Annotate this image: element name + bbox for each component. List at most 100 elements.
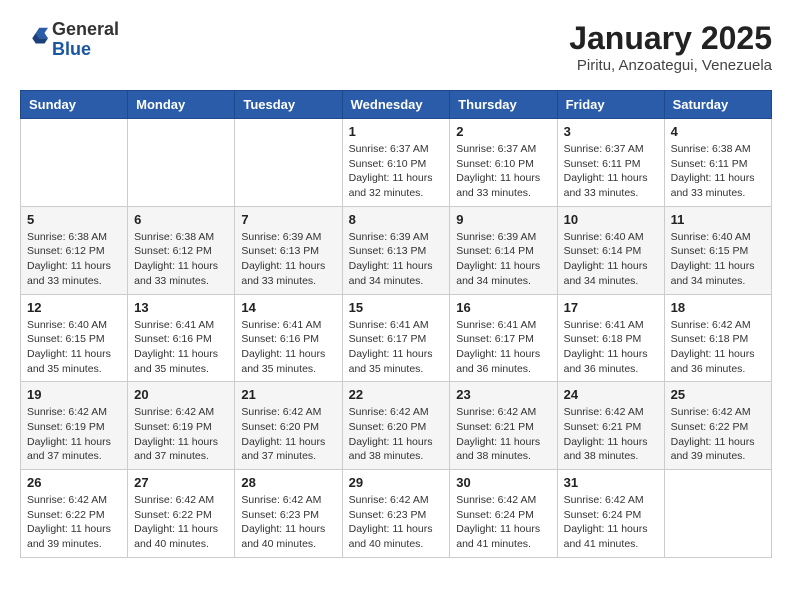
day-info: Sunrise: 6:38 AM Sunset: 6:12 PM Dayligh… (27, 230, 121, 289)
day-info: Sunrise: 6:42 AM Sunset: 6:22 PM Dayligh… (671, 405, 765, 464)
calendar-cell: 25 Sunrise: 6:42 AM Sunset: 6:22 PM Dayli… (664, 382, 771, 470)
day-info: Sunrise: 6:39 AM Sunset: 6:13 PM Dayligh… (349, 230, 444, 289)
calendar-cell: 14 Sunrise: 6:41 AM Sunset: 6:16 PM Dayli… (235, 294, 342, 382)
day-info: Sunrise: 6:42 AM Sunset: 6:18 PM Dayligh… (671, 318, 765, 377)
day-number: 28 (241, 475, 335, 490)
logo: General Blue (20, 20, 119, 60)
calendar-cell: 29Sunrise: 6:42 AM Sunset: 6:23 PM Dayli… (342, 470, 450, 558)
day-info: Sunrise: 6:37 AM Sunset: 6:11 PM Dayligh… (564, 142, 658, 201)
day-number: 31 (564, 475, 658, 490)
calendar-week-row: 1 Sunrise: 6:37 AM Sunset: 6:10 PM Daylig… (21, 119, 772, 207)
calendar-cell: 1 Sunrise: 6:37 AM Sunset: 6:10 PM Daylig… (342, 119, 450, 207)
calendar-week-row: 12 Sunrise: 6:40 AM Sunset: 6:15 PM Dayli… (21, 294, 772, 382)
day-number: 17 (564, 300, 658, 315)
weekday-header: Wednesday (342, 91, 450, 119)
calendar-cell: 2Sunrise: 6:37 AM Sunset: 6:10 PM Daylig… (450, 119, 557, 207)
calendar-cell: 31 Sunrise: 6:42 AM Sunset: 6:24 PM Dayli… (557, 470, 664, 558)
day-info: Sunrise: 6:42 AM Sunset: 6:24 PM Dayligh… (456, 493, 550, 552)
day-info: Sunrise: 6:42 AM Sunset: 6:20 PM Dayligh… (349, 405, 444, 464)
day-info: Sunrise: 6:38 AM Sunset: 6:12 PM Dayligh… (134, 230, 228, 289)
calendar-cell: 7Sunrise: 6:39 AM Sunset: 6:13 PM Daylig… (235, 206, 342, 294)
calendar-cell (128, 119, 235, 207)
calendar-week-row: 26 Sunrise: 6:42 AM Sunset: 6:22 PM Dayli… (21, 470, 772, 558)
day-number: 25 (671, 387, 765, 402)
day-info: Sunrise: 6:39 AM Sunset: 6:13 PM Dayligh… (241, 230, 335, 289)
calendar-cell: 3 Sunrise: 6:37 AM Sunset: 6:11 PM Daylig… (557, 119, 664, 207)
day-number: 6 (134, 212, 228, 227)
calendar-cell: 6 Sunrise: 6:38 AM Sunset: 6:12 PM Daylig… (128, 206, 235, 294)
day-info: Sunrise: 6:41 AM Sunset: 6:16 PM Dayligh… (241, 318, 335, 377)
calendar-week-row: 19Sunrise: 6:42 AM Sunset: 6:19 PM Dayli… (21, 382, 772, 470)
logo-icon (20, 26, 48, 54)
day-number: 24 (564, 387, 658, 402)
calendar-cell: 16Sunrise: 6:41 AM Sunset: 6:17 PM Dayli… (450, 294, 557, 382)
day-number: 20 (134, 387, 228, 402)
day-number: 3 (564, 124, 658, 139)
calendar-cell: 4 Sunrise: 6:38 AM Sunset: 6:11 PM Daylig… (664, 119, 771, 207)
calendar-cell: 5 Sunrise: 6:38 AM Sunset: 6:12 PM Daylig… (21, 206, 128, 294)
day-info: Sunrise: 6:38 AM Sunset: 6:11 PM Dayligh… (671, 142, 765, 201)
day-info: Sunrise: 6:42 AM Sunset: 6:19 PM Dayligh… (27, 405, 121, 464)
day-number: 15 (349, 300, 444, 315)
day-number: 5 (27, 212, 121, 227)
calendar-cell: 10Sunrise: 6:40 AM Sunset: 6:14 PM Dayli… (557, 206, 664, 294)
day-info: Sunrise: 6:41 AM Sunset: 6:17 PM Dayligh… (349, 318, 444, 377)
weekday-header: Saturday (664, 91, 771, 119)
calendar-cell: 18Sunrise: 6:42 AM Sunset: 6:18 PM Dayli… (664, 294, 771, 382)
day-info: Sunrise: 6:39 AM Sunset: 6:14 PM Dayligh… (456, 230, 550, 289)
day-number: 12 (27, 300, 121, 315)
calendar-cell: 8 Sunrise: 6:39 AM Sunset: 6:13 PM Daylig… (342, 206, 450, 294)
page-title: January 2025 (569, 20, 772, 57)
day-info: Sunrise: 6:40 AM Sunset: 6:15 PM Dayligh… (27, 318, 121, 377)
calendar-cell: 15 Sunrise: 6:41 AM Sunset: 6:17 PM Dayli… (342, 294, 450, 382)
calendar-header-row: SundayMondayTuesdayWednesdayThursdayFrid… (21, 91, 772, 119)
day-number: 13 (134, 300, 228, 315)
calendar-cell: 13 Sunrise: 6:41 AM Sunset: 6:16 PM Dayli… (128, 294, 235, 382)
day-info: Sunrise: 6:42 AM Sunset: 6:24 PM Dayligh… (564, 493, 658, 552)
day-info: Sunrise: 6:37 AM Sunset: 6:10 PM Dayligh… (349, 142, 444, 201)
day-number: 14 (241, 300, 335, 315)
day-info: Sunrise: 6:42 AM Sunset: 6:23 PM Dayligh… (349, 493, 444, 552)
calendar-cell: 30 Sunrise: 6:42 AM Sunset: 6:24 PM Dayli… (450, 470, 557, 558)
day-info: Sunrise: 6:42 AM Sunset: 6:23 PM Dayligh… (241, 493, 335, 552)
calendar-cell: 17Sunrise: 6:41 AM Sunset: 6:18 PM Dayli… (557, 294, 664, 382)
calendar-cell: 22Sunrise: 6:42 AM Sunset: 6:20 PM Dayli… (342, 382, 450, 470)
calendar-cell: 19Sunrise: 6:42 AM Sunset: 6:19 PM Dayli… (21, 382, 128, 470)
calendar-cell: 23 Sunrise: 6:42 AM Sunset: 6:21 PM Dayli… (450, 382, 557, 470)
calendar-cell (664, 470, 771, 558)
logo-blue-text: Blue (52, 40, 119, 60)
day-number: 8 (349, 212, 444, 227)
calendar-cell (21, 119, 128, 207)
day-number: 9 (456, 212, 550, 227)
calendar-cell: 9 Sunrise: 6:39 AM Sunset: 6:14 PM Daylig… (450, 206, 557, 294)
weekday-header: Friday (557, 91, 664, 119)
calendar-cell: 11Sunrise: 6:40 AM Sunset: 6:15 PM Dayli… (664, 206, 771, 294)
calendar-cell: 20Sunrise: 6:42 AM Sunset: 6:19 PM Dayli… (128, 382, 235, 470)
logo-general-text: General (52, 20, 119, 40)
weekday-header: Tuesday (235, 91, 342, 119)
day-info: Sunrise: 6:40 AM Sunset: 6:15 PM Dayligh… (671, 230, 765, 289)
day-number: 10 (564, 212, 658, 227)
day-number: 1 (349, 124, 444, 139)
day-info: Sunrise: 6:42 AM Sunset: 6:21 PM Dayligh… (564, 405, 658, 464)
page-header: General Blue January 2025 Piritu, Anzoat… (20, 20, 772, 74)
day-number: 27 (134, 475, 228, 490)
calendar-week-row: 5 Sunrise: 6:38 AM Sunset: 6:12 PM Daylig… (21, 206, 772, 294)
day-info: Sunrise: 6:42 AM Sunset: 6:20 PM Dayligh… (241, 405, 335, 464)
day-info: Sunrise: 6:42 AM Sunset: 6:21 PM Dayligh… (456, 405, 550, 464)
calendar-cell: 12 Sunrise: 6:40 AM Sunset: 6:15 PM Dayli… (21, 294, 128, 382)
day-info: Sunrise: 6:37 AM Sunset: 6:10 PM Dayligh… (456, 142, 550, 201)
day-number: 30 (456, 475, 550, 490)
day-number: 23 (456, 387, 550, 402)
calendar-cell: 26 Sunrise: 6:42 AM Sunset: 6:22 PM Dayli… (21, 470, 128, 558)
calendar-cell: 27 Sunrise: 6:42 AM Sunset: 6:22 PM Dayli… (128, 470, 235, 558)
calendar-cell: 24 Sunrise: 6:42 AM Sunset: 6:21 PM Dayli… (557, 382, 664, 470)
weekday-header: Monday (128, 91, 235, 119)
day-info: Sunrise: 6:41 AM Sunset: 6:16 PM Dayligh… (134, 318, 228, 377)
day-number: 26 (27, 475, 121, 490)
day-info: Sunrise: 6:42 AM Sunset: 6:22 PM Dayligh… (134, 493, 228, 552)
day-info: Sunrise: 6:42 AM Sunset: 6:22 PM Dayligh… (27, 493, 121, 552)
day-number: 4 (671, 124, 765, 139)
calendar-cell: 28 Sunrise: 6:42 AM Sunset: 6:23 PM Dayli… (235, 470, 342, 558)
calendar-cell (235, 119, 342, 207)
